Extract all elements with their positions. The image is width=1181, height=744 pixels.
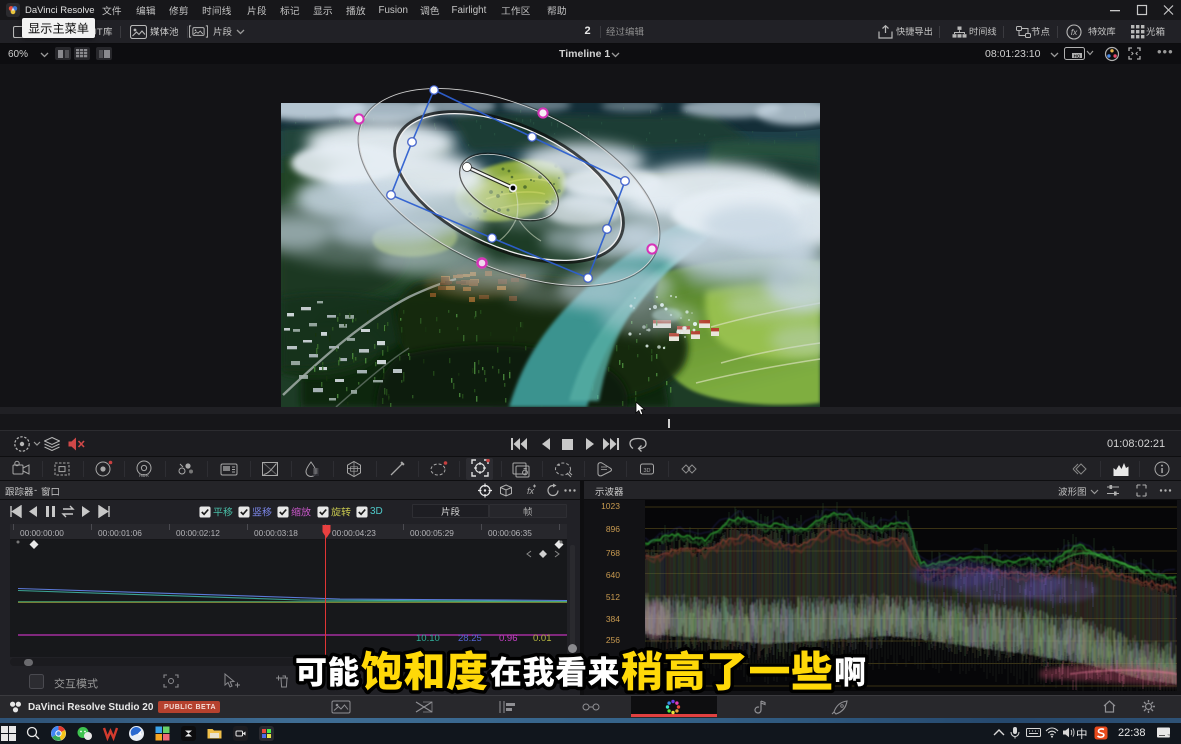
svg-text:3D: 3D (643, 468, 650, 474)
svg-text:fx: fx (527, 486, 535, 496)
svg-text:HQ: HQ (1074, 53, 1081, 58)
svg-text:fx: fx (1071, 27, 1078, 37)
svg-text:HDR: HDR (139, 473, 149, 478)
